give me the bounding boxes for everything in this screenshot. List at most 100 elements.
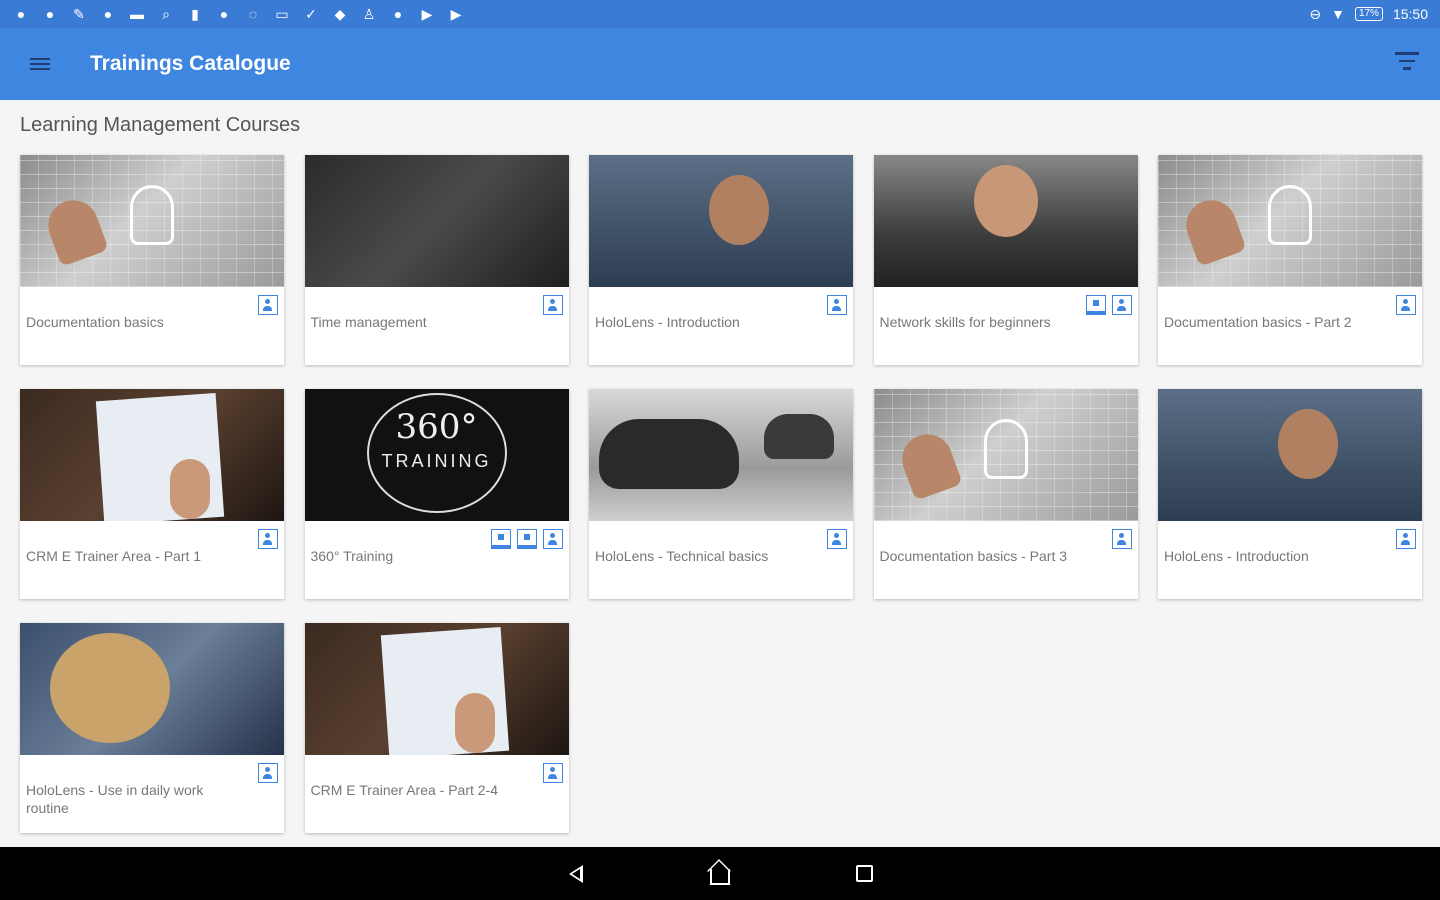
- course-card[interactable]: Network skills for beginners: [873, 155, 1138, 365]
- course-type-icons: [1396, 295, 1416, 315]
- message-icon: ▬: [130, 6, 144, 22]
- course-type-icons: [258, 295, 278, 315]
- course-thumbnail: [873, 389, 1138, 521]
- recents-icon: [855, 865, 873, 882]
- course-title: CRM E Trainer Area - Part 1: [26, 548, 202, 564]
- sync-icon: ⊖: [1309, 5, 1322, 22]
- course-title: Documentation basics: [26, 314, 164, 330]
- course-title: Time management: [310, 314, 427, 330]
- course-title: Network skills for beginners: [879, 314, 1051, 330]
- wifi-icon: ▼: [1331, 6, 1345, 22]
- user-icon: [542, 529, 563, 549]
- user-icon: [827, 529, 847, 549]
- user-icon: [1396, 529, 1416, 549]
- course-grid: Documentation basics Time management HoloL…: [20, 155, 1422, 833]
- status-bar: ● ● ✎ ● ▬ ⌕ ▮ ● ◌ ▭ ✓ ◆ ♙ ● ▶ ▶ ⊖ ▼ 17% 15:50: [0, 0, 1440, 28]
- course-title: HoloLens - Introduction: [1164, 548, 1309, 564]
- back-button[interactable]: [559, 857, 593, 891]
- course-card[interactable]: HoloLens - Introduction: [589, 155, 853, 365]
- course-title: HoloLens - Use in daily work routine: [26, 782, 204, 816]
- course-card[interactable]: Documentation basics - Part 3: [873, 389, 1138, 599]
- course-title: Documentation basics - Part 3: [879, 548, 1068, 564]
- monitor-icon: [490, 529, 511, 549]
- course-thumbnail: [873, 155, 1138, 287]
- recents-button[interactable]: [847, 857, 881, 891]
- course-thumbnail: [1158, 389, 1422, 521]
- user-icon: [258, 529, 278, 549]
- user-icon: [258, 295, 278, 315]
- wrench-icon: ✎: [73, 6, 85, 22]
- notification-icon: ●: [219, 6, 229, 22]
- user-icon: [1396, 295, 1416, 315]
- course-type-icons: [542, 763, 563, 783]
- course-card[interactable]: 360° TRAINING 360° Training: [304, 389, 569, 599]
- back-icon: [569, 864, 583, 883]
- home-icon: [710, 868, 730, 885]
- course-card[interactable]: HoloLens - Use in daily work routine: [20, 623, 284, 833]
- menu-button[interactable]: [0, 28, 80, 100]
- battery-indicator: 17%: [1354, 7, 1383, 21]
- course-title: HoloLens - Technical basics: [595, 548, 769, 564]
- course-card[interactable]: HoloLens - Technical basics: [589, 389, 853, 599]
- notification-icon: ●: [103, 6, 113, 22]
- course-thumbnail: [304, 155, 569, 287]
- course-card[interactable]: Documentation basics: [20, 155, 284, 365]
- user-icon: [542, 763, 563, 783]
- hamburger-icon: [30, 55, 50, 73]
- course-type-icons: [827, 295, 847, 315]
- user-icon: [258, 763, 278, 783]
- play-icon: ▶: [421, 6, 433, 22]
- notification-icon: ●: [16, 6, 26, 22]
- monitor-icon: [1085, 295, 1106, 315]
- user-icon: [1111, 529, 1132, 549]
- course-catalogue: Learning Management Courses Documentatio…: [0, 100, 1440, 847]
- course-card[interactable]: Time management: [304, 155, 569, 365]
- course-type-icons: [1396, 529, 1416, 549]
- course-type-icons: [1085, 295, 1132, 315]
- course-card[interactable]: Documentation basics - Part 2: [1158, 155, 1422, 365]
- status-system-area: ⊖ ▼ 17% 15:50: [1309, 6, 1428, 23]
- image-icon: ▭: [275, 6, 289, 22]
- system-nav-bar: [0, 847, 1440, 900]
- status-notification-icons: ● ● ✎ ● ▬ ⌕ ▮ ● ◌ ▭ ✓ ◆ ♙ ● ▶ ▶: [12, 5, 465, 23]
- course-card[interactable]: HoloLens - Introduction: [1158, 389, 1422, 599]
- user-icon: [542, 295, 563, 315]
- home-button[interactable]: [703, 857, 737, 891]
- course-thumbnail: [20, 389, 284, 521]
- course-title: HoloLens - Introduction: [595, 314, 740, 330]
- battery-icon: ▮: [191, 6, 199, 22]
- course-type-icons: [258, 763, 278, 783]
- play-icon: ▶: [450, 6, 462, 22]
- page-title: Trainings Catalogue: [90, 52, 291, 75]
- app-bar: Trainings Catalogue: [0, 28, 1440, 100]
- chat-icon: ◆: [334, 6, 346, 22]
- notification-icon: ●: [45, 6, 55, 22]
- course-title: CRM E Trainer Area - Part 2-4: [310, 782, 499, 798]
- course-card[interactable]: CRM E Trainer Area - Part 1: [20, 389, 284, 599]
- course-thumbnail: [20, 623, 284, 755]
- course-type-icons: [542, 295, 563, 315]
- course-type-icons: [490, 529, 563, 549]
- course-thumbnail: [1158, 155, 1422, 287]
- person-icon: ♙: [362, 6, 376, 22]
- course-type-icons: [258, 529, 278, 549]
- user-icon: [827, 295, 847, 315]
- course-thumbnail: [589, 155, 853, 287]
- check-icon: ✓: [305, 6, 317, 22]
- course-thumbnail: [304, 623, 569, 755]
- course-title: Documentation basics - Part 2: [1164, 314, 1352, 330]
- course-thumbnail: 360° TRAINING: [304, 389, 569, 521]
- search-icon: ⌕: [162, 6, 170, 22]
- status-time: 15:50: [1392, 6, 1428, 22]
- course-title: 360° Training: [310, 548, 394, 564]
- user-icon: [1111, 295, 1132, 315]
- notification-icon: ●: [393, 6, 403, 22]
- section-title: Learning Management Courses: [20, 114, 301, 136]
- course-thumbnail: [589, 389, 853, 521]
- bulb-icon: ◌: [248, 6, 258, 22]
- course-thumbnail: [20, 155, 284, 287]
- monitor-icon: [516, 529, 537, 549]
- course-card[interactable]: CRM E Trainer Area - Part 2-4: [304, 623, 569, 833]
- course-type-icons: [827, 529, 847, 549]
- filter-button[interactable]: [1394, 52, 1420, 76]
